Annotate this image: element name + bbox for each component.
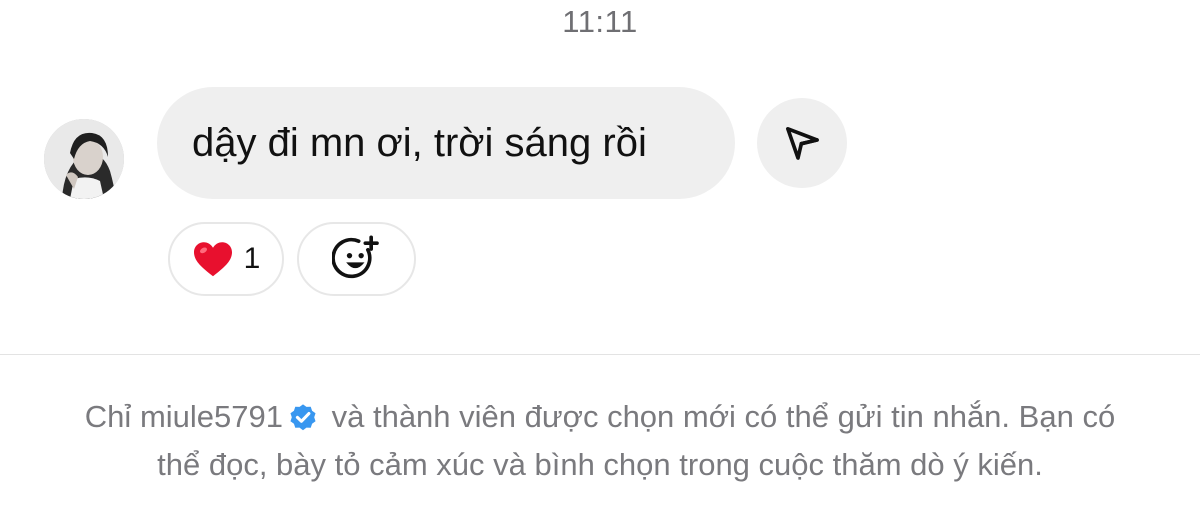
heart-reaction-count: 1 <box>243 242 261 275</box>
chat-thread: 11:11 dậy đi mn ơi, trời sáng rồi 1 Chỉ … <box>0 0 1200 531</box>
add-emoji-icon <box>331 235 379 279</box>
message-bubble[interactable]: dậy đi mn ơi, trời sáng rồi <box>157 87 735 199</box>
heart-emoji-icon <box>193 242 232 277</box>
notice-username[interactable]: miule5791 <box>140 399 283 434</box>
verified-badge-icon <box>287 401 319 444</box>
divider <box>0 354 1200 355</box>
paper-plane-icon <box>786 127 819 160</box>
user-avatar-photo <box>44 119 124 199</box>
notice-line1-suffix: và thành viên được chọn mới có thể gửi t… <box>331 399 1011 434</box>
share-message-button[interactable] <box>757 98 847 188</box>
message-timestamp: 11:11 <box>562 4 638 39</box>
add-reaction-button[interactable] <box>297 222 416 296</box>
notice-prefix: Chỉ <box>84 399 132 434</box>
message-text: dậy đi mn ơi, trời sáng rồi <box>192 120 647 165</box>
restricted-messaging-notice: Chỉ miule5791 và thành viên được chọn mớ… <box>60 396 1140 486</box>
sender-avatar[interactable] <box>44 119 124 199</box>
heart-reaction-pill[interactable]: 1 <box>168 222 284 296</box>
